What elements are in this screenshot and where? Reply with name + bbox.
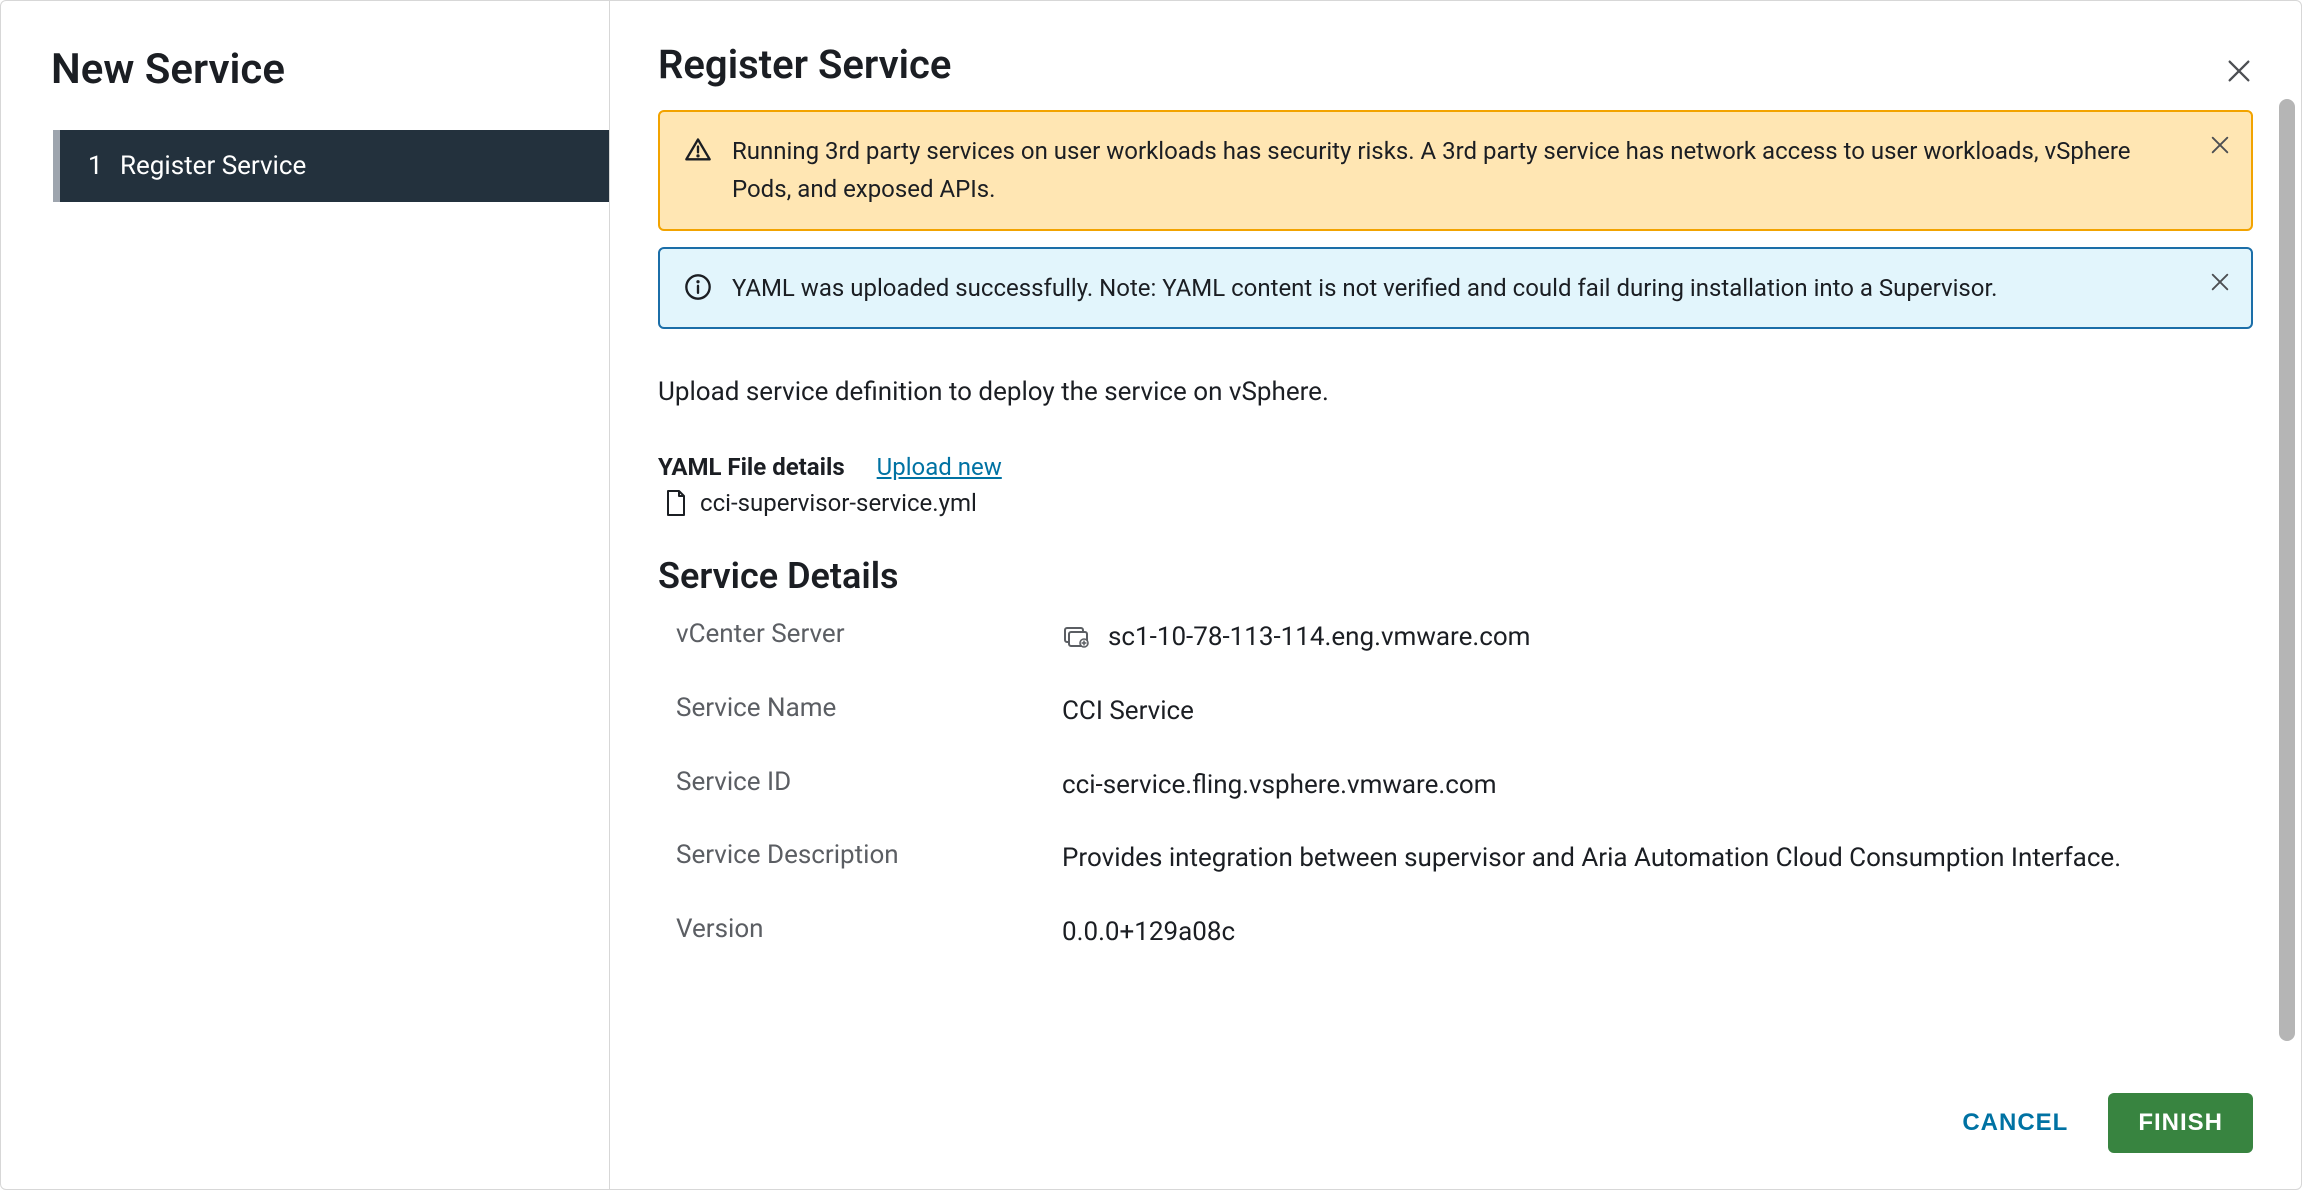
label-vcenter: vCenter Server — [676, 619, 1050, 657]
warning-alert-close[interactable] — [2209, 134, 2231, 156]
close-icon — [2225, 57, 2253, 85]
value-vcenter: sc1-10-78-113-114.eng.vmware.com — [1062, 619, 2162, 657]
value-vcenter-text: sc1-10-78-113-114.eng.vmware.com — [1108, 619, 1531, 657]
warning-alert-text: Running 3rd party services on user workl… — [732, 132, 2227, 209]
label-service-name: Service Name — [676, 693, 1050, 731]
warning-triangle-icon — [684, 136, 712, 164]
info-alert-close[interactable] — [2209, 271, 2231, 293]
upload-instruction: Upload service definition to deploy the … — [658, 377, 2253, 407]
content-area: Register Service Running 3rd party servi… — [610, 1, 2301, 1189]
wizard-step-number: 1 — [88, 151, 120, 181]
wizard-sidebar: New Service 1 Register Service — [1, 1, 610, 1189]
close-dialog-button[interactable] — [2225, 57, 2253, 85]
label-service-description: Service Description — [676, 840, 1050, 878]
value-version: 0.0.0+129a08c — [1062, 914, 2162, 952]
service-details-title: Service Details — [658, 555, 2253, 597]
yaml-header: YAML File details Upload new — [658, 453, 2253, 481]
finish-button[interactable]: FINISH — [2108, 1093, 2253, 1153]
new-service-dialog: New Service 1 Register Service Register … — [0, 0, 2302, 1190]
value-service-id: cci-service.fling.vsphere.vmware.com — [1062, 767, 2162, 805]
upload-new-link[interactable]: Upload new — [877, 453, 1002, 481]
vcenter-server-icon — [1062, 625, 1092, 651]
service-details-grid: vCenter Server sc1-10-78-113-114.eng.vmw… — [658, 619, 2253, 951]
wizard-title: New Service — [1, 45, 609, 130]
info-alert-text: YAML was uploaded successfully. Note: YA… — [732, 269, 2227, 307]
content-header: Register Service — [658, 41, 2253, 110]
info-circle-icon — [684, 273, 712, 301]
yaml-file-label: YAML File details — [658, 453, 845, 481]
yaml-filename: cci-supervisor-service.yml — [700, 489, 977, 517]
wizard-step-label: Register Service — [120, 151, 306, 181]
value-service-name: CCI Service — [1062, 693, 2162, 731]
label-service-id: Service ID — [676, 767, 1050, 805]
label-version: Version — [676, 914, 1050, 952]
info-alert: YAML was uploaded successfully. Note: YA… — [658, 247, 2253, 329]
file-icon — [664, 489, 688, 517]
wizard-step-register-service[interactable]: 1 Register Service — [53, 130, 609, 202]
cancel-button[interactable]: CANCEL — [1962, 1109, 2068, 1137]
page-title: Register Service — [658, 41, 951, 88]
close-icon — [2209, 271, 2231, 293]
warning-alert: Running 3rd party services on user workl… — [658, 110, 2253, 231]
yaml-file-row: cci-supervisor-service.yml — [658, 489, 2253, 517]
yaml-section: YAML File details Upload new cci-supervi… — [658, 453, 2253, 517]
value-service-description: Provides integration between supervisor … — [1062, 840, 2162, 878]
content-scrollbar[interactable] — [2279, 99, 2295, 1041]
close-icon — [2209, 134, 2231, 156]
dialog-footer: CANCEL FINISH — [1962, 1093, 2253, 1153]
